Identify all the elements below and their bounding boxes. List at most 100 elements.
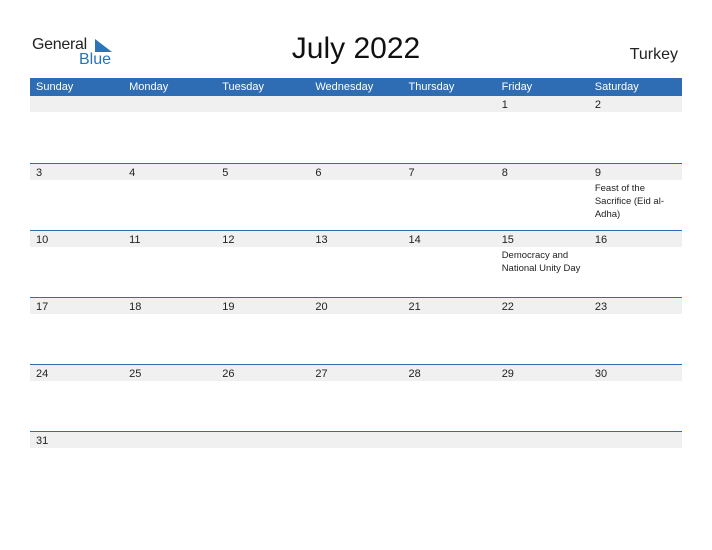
weekday-monday: Monday <box>129 81 169 93</box>
day-number <box>36 96 123 97</box>
day-cell: 31 <box>30 432 123 499</box>
day-cell: 23 <box>589 298 682 365</box>
day-number: 9 <box>594 167 601 179</box>
day-number: 2 <box>594 99 601 111</box>
day-cell: 21 <box>403 298 496 365</box>
day-number: 13 <box>315 234 328 246</box>
country-label: Turkey <box>629 46 678 63</box>
day-number <box>409 96 496 97</box>
day-number: 22 <box>501 301 514 313</box>
day-number: 12 <box>222 234 235 246</box>
day-number: 27 <box>315 368 328 380</box>
weekday-wednesday: Wednesday <box>315 81 374 93</box>
day-cell: 1 <box>496 96 589 163</box>
day-cell: 16 <box>589 231 682 298</box>
day-cell: 4 <box>123 164 216 231</box>
day-number: 24 <box>36 368 49 380</box>
day-cell: 19 <box>216 298 309 365</box>
day-cell: 15 Democracy and National Unity Day <box>496 231 589 298</box>
weekday-thursday: Thursday <box>408 81 455 93</box>
day-cell: 28 <box>403 365 496 432</box>
week-row: 31 <box>30 431 682 498</box>
day-cell: 3 <box>30 164 123 231</box>
day-number <box>222 432 309 433</box>
day-number: 26 <box>222 368 235 380</box>
day-cell: 2 <box>589 96 682 163</box>
day-number: 15 <box>501 234 514 246</box>
day-number <box>222 96 309 97</box>
day-number: 18 <box>129 301 142 313</box>
week-row: 17 18 19 20 21 22 23 <box>30 297 682 364</box>
day-number <box>129 96 216 97</box>
day-cell: 30 <box>589 365 682 432</box>
weekday-tuesday: Tuesday <box>222 81 265 93</box>
day-number: 31 <box>36 435 49 447</box>
day-number: 5 <box>222 167 229 179</box>
weekday-header: Sunday Monday Tuesday Wednesday Thursday… <box>30 78 682 96</box>
day-cell: 18 <box>123 298 216 365</box>
day-cell <box>123 432 216 499</box>
day-number: 3 <box>36 167 43 179</box>
day-number: 19 <box>222 301 235 313</box>
day-number: 30 <box>594 368 608 380</box>
weekday-friday: Friday <box>501 81 533 93</box>
day-cell: 12 <box>216 231 309 298</box>
day-number <box>409 432 496 433</box>
day-cell: 5 <box>216 164 309 231</box>
day-cell <box>216 432 309 499</box>
day-cell <box>309 432 402 499</box>
day-cell <box>30 96 123 163</box>
day-cell: 10 <box>30 231 123 298</box>
week-row: 3 4 5 6 7 8 9 Feast of the Sacrifice (Eid al-Ad… <box>30 163 682 230</box>
day-number: 20 <box>315 301 328 313</box>
weekday-saturday: Saturday <box>594 81 639 93</box>
day-number: 17 <box>36 301 49 313</box>
day-number: 14 <box>408 234 421 246</box>
day-cell: 9 Feast of the Sacrifice (Eid al-Adha) <box>589 164 682 231</box>
day-cell: 7 <box>403 164 496 231</box>
day-number: 1 <box>501 99 508 111</box>
day-number <box>129 432 216 433</box>
day-number: 16 <box>594 234 608 246</box>
day-cell: 8 <box>496 164 589 231</box>
day-number <box>315 432 402 433</box>
day-cell <box>309 96 402 163</box>
day-cell: 11 <box>123 231 216 298</box>
calendar-grid: Sunday Monday Tuesday Wednesday Thursday… <box>30 78 682 498</box>
day-number: 21 <box>408 301 421 313</box>
day-cell <box>403 96 496 163</box>
week-row: 24 25 26 27 28 29 30 <box>30 364 682 431</box>
holiday-event: Feast of the Sacrifice (Eid al-Adha) <box>594 183 664 220</box>
holiday-event: Democracy and National Unity Day <box>501 250 581 274</box>
day-number: 8 <box>501 167 508 179</box>
day-cell <box>216 96 309 163</box>
day-cell: 6 <box>309 164 402 231</box>
day-cell: 24 <box>30 365 123 432</box>
day-cell <box>589 432 682 499</box>
day-number <box>315 96 402 97</box>
day-cell: 26 <box>216 365 309 432</box>
day-cell: 20 <box>309 298 402 365</box>
day-number: 25 <box>129 368 142 380</box>
weekday-sunday: Sunday <box>36 81 74 93</box>
day-number: 10 <box>36 234 49 246</box>
week-row: 12 <box>30 96 682 163</box>
day-cell: 25 <box>123 365 216 432</box>
day-number: 6 <box>315 167 322 179</box>
weeks-container: 1 2 3 4 5 6 7 8 9 Feast of the Sacrifice (Eid al-… <box>30 96 682 498</box>
day-cell: 17 <box>30 298 123 365</box>
day-cell <box>496 432 589 499</box>
day-cell <box>123 96 216 163</box>
day-cell: 22 <box>496 298 589 365</box>
day-cell: 29 <box>496 365 589 432</box>
day-number <box>502 432 589 433</box>
day-number: 4 <box>129 167 136 179</box>
calendar-title: July 2022 <box>291 32 421 65</box>
day-number <box>595 432 682 433</box>
day-cell: 13 <box>309 231 402 298</box>
day-number: 23 <box>594 301 608 313</box>
day-number: 7 <box>408 167 415 179</box>
day-number: 11 <box>129 234 141 246</box>
day-cell: 27 <box>309 365 402 432</box>
day-number: 29 <box>501 368 514 380</box>
